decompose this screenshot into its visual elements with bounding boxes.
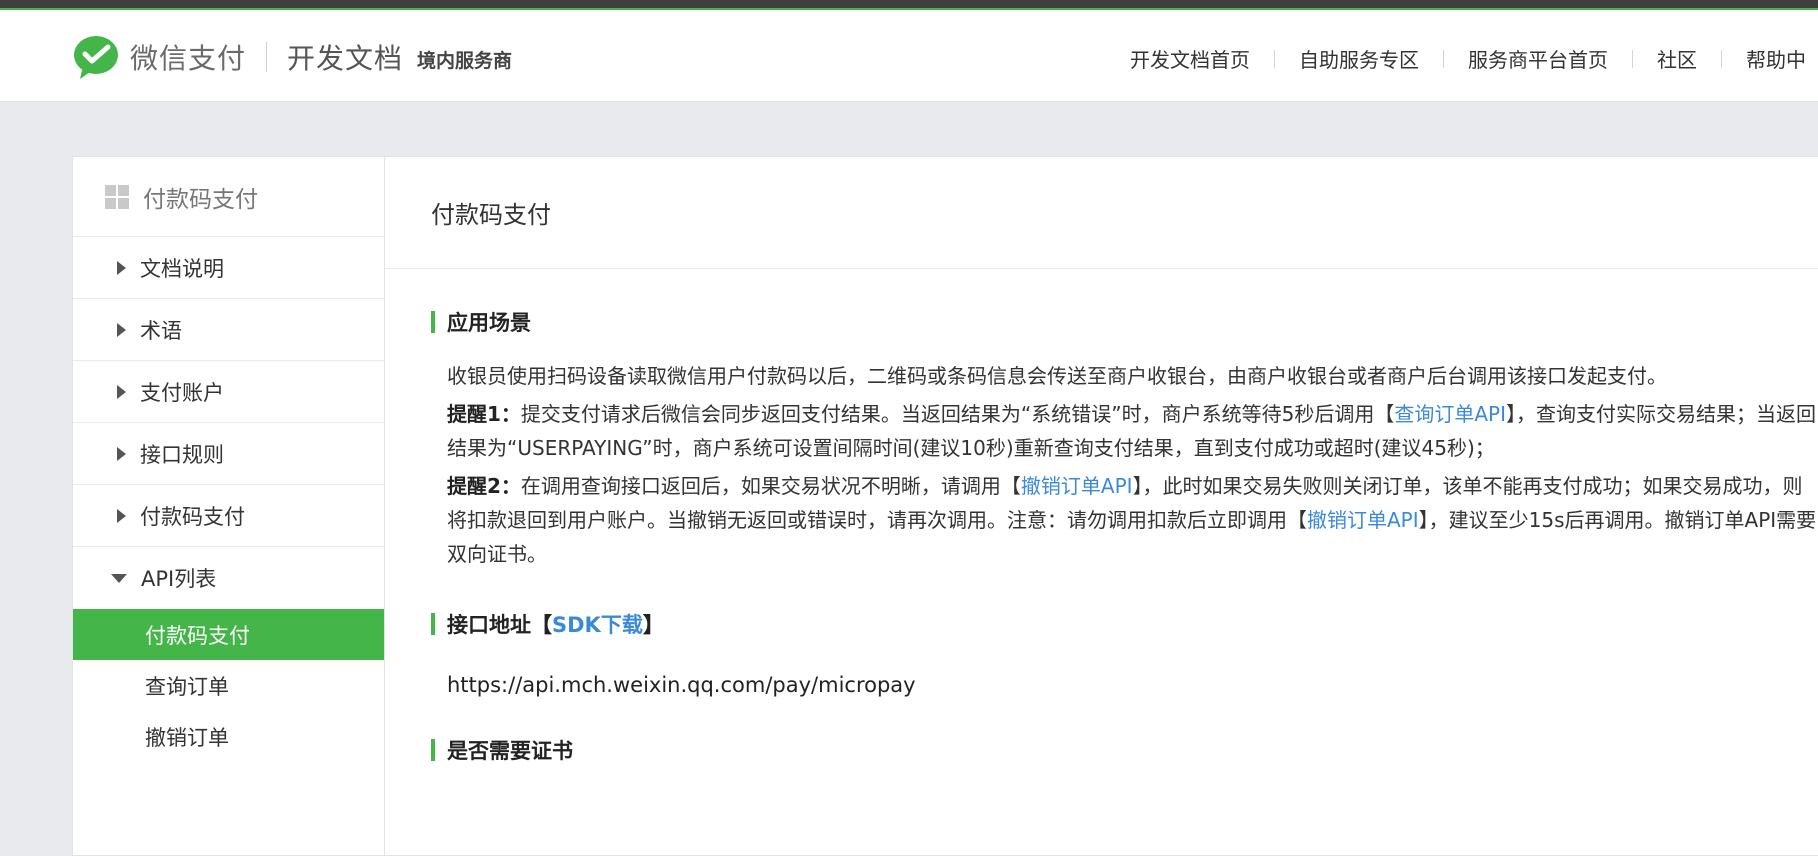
- grid-icon: [105, 184, 129, 209]
- sidebar-title: 付款码支付: [143, 186, 258, 213]
- sidebar-item-api-list[interactable]: API列表: [73, 547, 384, 609]
- sidebar-item-label: 支付账户: [140, 380, 224, 405]
- section-heading-text: 】: [642, 613, 664, 637]
- reminder-1: 提醒1：提交支付请求后微信会同步返回支付结果。当返回结果为“系统错误”时，商户系…: [447, 397, 1817, 465]
- reminder-text: 提交支付请求后微信会同步返回支付结果。当返回结果为“系统错误”时，商户系统等待5…: [520, 402, 1395, 426]
- reminder-label: 提醒2：: [447, 474, 521, 498]
- sidebar-subitem-reverse-order[interactable]: 撤销订单: [73, 711, 384, 762]
- scenario-description: 收银员使用扫码设备读取微信用户付款码以后，二维码或条码信息会传送至商户收银台，由…: [447, 364, 1667, 388]
- nav-self-service[interactable]: 自助服务专区: [1299, 44, 1419, 73]
- section-heading-text: 接口地址【: [447, 613, 552, 637]
- endpoint-url: https://api.mch.weixin.qq.com/pay/microp…: [447, 673, 916, 697]
- sidebar-item-api-rules[interactable]: 接口规则: [73, 423, 384, 485]
- top-nav: 开发文档首页 自助服务专区 服务商平台首页 社区 帮助中: [1130, 44, 1806, 73]
- sidebar-item-payment-account[interactable]: 支付账户: [73, 361, 384, 423]
- heading-bar: [431, 311, 435, 333]
- nav-divider: [1274, 49, 1275, 68]
- section-heading-certificate: 是否需要证书: [431, 735, 1818, 765]
- sidebar-item-label: 文档说明: [140, 256, 224, 281]
- wechat-pay-logo-icon: [74, 36, 118, 79]
- reverse-order-api-link[interactable]: 撤销订单API: [1021, 474, 1133, 498]
- doc-body: 应用场景 收银员使用扫码设备读取微信用户付款码以后，二维码或条码信息会传送至商户…: [385, 307, 1818, 765]
- sidebar-item-terms[interactable]: 术语: [73, 299, 384, 361]
- sidebar-item-doc-intro[interactable]: 文档说明: [73, 237, 384, 299]
- heading-bar: [431, 739, 435, 761]
- nav-divider: [1632, 49, 1633, 68]
- section-heading-endpoint: 接口地址【 SDK下载】: [431, 609, 1818, 639]
- main-content: 付款码支付 应用场景 收银员使用扫码设备读取微信用户付款码以后，二维码或条码信息…: [385, 157, 1818, 855]
- top-bar: [0, 0, 1818, 10]
- site-logo[interactable]: 微信支付 开发文档 境内服务商: [72, 34, 512, 80]
- site-header: 微信支付 开发文档 境内服务商 开发文档首页 自助服务专区 服务商平台首页 社区…: [0, 10, 1818, 102]
- sidebar-item-label: 付款码支付: [140, 504, 245, 529]
- section-heading-text: 应用场景: [447, 311, 531, 335]
- heading-bar: [431, 613, 435, 635]
- section-heading-text: 是否需要证书: [447, 739, 573, 763]
- nav-divider: [1443, 49, 1444, 68]
- triangle-right-icon: [117, 260, 126, 275]
- page-title: 付款码支付: [385, 157, 1818, 269]
- query-order-api-link[interactable]: 查询订单API: [1394, 402, 1506, 426]
- brand-name: 微信支付: [130, 42, 247, 75]
- section-heading-scenario: 应用场景: [431, 307, 1818, 337]
- triangle-right-icon: [117, 322, 126, 337]
- nav-dev-docs-home[interactable]: 开发文档首页: [1130, 44, 1250, 73]
- sidebar-item-label: 术语: [140, 318, 182, 343]
- nav-divider: [1721, 49, 1722, 68]
- reminder-text: 在调用查询接口返回后，如果交易状况不明晰，请调用【: [520, 474, 1021, 498]
- sidebar-item-label: API列表: [141, 567, 217, 591]
- triangle-right-icon: [117, 384, 126, 399]
- triangle-right-icon: [117, 446, 126, 461]
- triangle-right-icon: [117, 508, 126, 523]
- sdk-download-link[interactable]: SDK下载: [552, 609, 643, 639]
- reverse-order-api-link[interactable]: 撤销订单API: [1307, 508, 1419, 532]
- nav-help-center[interactable]: 帮助中: [1746, 44, 1806, 73]
- sidebar-header: 付款码支付: [73, 157, 384, 237]
- doc-card: 付款码支付 文档说明 术语 支付账户 接口规则 付款码支付 API列表 付款码支…: [72, 156, 1818, 856]
- sidebar-item-label: 接口规则: [140, 442, 224, 467]
- sidebar: 付款码支付 文档说明 术语 支付账户 接口规则 付款码支付 API列表 付款码支…: [73, 157, 385, 855]
- doc-subtitle: 境内服务商: [417, 49, 513, 72]
- triangle-down-icon: [111, 573, 127, 583]
- logo-divider: [266, 42, 268, 72]
- doc-title: 开发文档: [287, 42, 404, 75]
- reminder-2: 提醒2：在调用查询接口返回后，如果交易状况不明晰，请调用【撤销订单API】，此时…: [447, 469, 1817, 571]
- reminder-label: 提醒1：: [447, 402, 521, 426]
- nav-community[interactable]: 社区: [1657, 44, 1697, 73]
- sidebar-item-micropay[interactable]: 付款码支付: [73, 485, 384, 547]
- sidebar-subitem-micropay[interactable]: 付款码支付: [73, 609, 384, 660]
- nav-provider-platform[interactable]: 服务商平台首页: [1468, 44, 1608, 73]
- sidebar-subitem-query-order[interactable]: 查询订单: [73, 660, 384, 711]
